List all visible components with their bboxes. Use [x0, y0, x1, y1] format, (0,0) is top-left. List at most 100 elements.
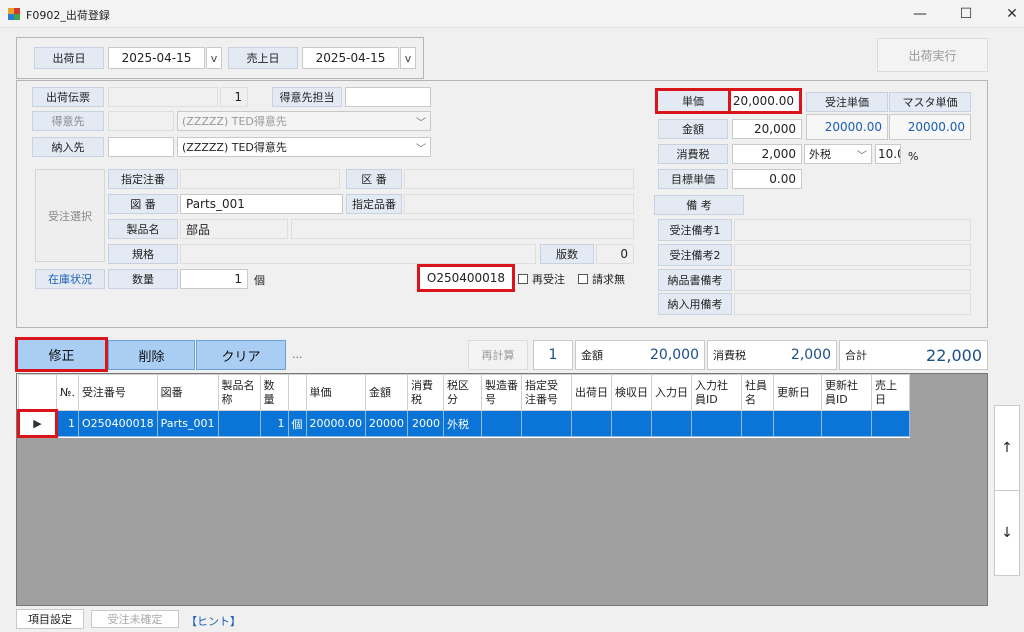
- qty-field[interactable]: 1: [180, 269, 248, 289]
- amount-field: 20,000: [732, 119, 802, 139]
- sum-tax-box: 消費税 2,000: [707, 340, 837, 370]
- grid-header[interactable]: 数量: [259, 374, 289, 411]
- item-settings-button[interactable]: 項目設定: [16, 609, 84, 629]
- sum-amount-label: 金額: [581, 349, 603, 362]
- grid-header[interactable]: 図番: [156, 374, 219, 411]
- grid-header[interactable]: 税区分: [443, 374, 483, 411]
- grid-cell[interactable]: [521, 410, 573, 437]
- row-count: 1: [533, 340, 573, 370]
- grid-cell[interactable]: [741, 410, 775, 437]
- reorder-checkbox[interactable]: 再受注: [518, 271, 565, 287]
- deliver-code-field[interactable]: [108, 137, 174, 157]
- deliver-combo[interactable]: (ZZZZZ) TED得意先 ﹀: [177, 137, 431, 157]
- edit-button[interactable]: 修正: [15, 337, 108, 372]
- grid-cell[interactable]: [481, 410, 523, 437]
- designated-part-label: 指定品番: [346, 194, 402, 214]
- grid-header[interactable]: 入力社員ID: [691, 374, 743, 411]
- move-down-button[interactable]: ↓: [994, 490, 1020, 576]
- unit-price-field[interactable]: 20,000.00: [728, 88, 802, 114]
- grid-header[interactable]: [287, 374, 307, 411]
- grid-cell[interactable]: 20000.00: [305, 410, 367, 437]
- grid-header[interactable]: 製品名称: [217, 374, 261, 411]
- ku-field: [404, 169, 634, 189]
- grid-cell[interactable]: [821, 410, 873, 437]
- designated-part-field: [404, 194, 634, 214]
- grid-cell[interactable]: [571, 410, 613, 437]
- tax-label: 消費税: [658, 144, 728, 164]
- target-price-field[interactable]: 0.00: [732, 169, 802, 189]
- ship-date-dropdown[interactable]: v: [206, 47, 222, 69]
- total-box: 合計 22,000: [839, 340, 988, 370]
- qty-label: 数量: [108, 269, 178, 289]
- grid-header[interactable]: 更新日: [773, 374, 823, 411]
- target-price-label: 目標単価: [658, 169, 728, 189]
- delete-button[interactable]: 削除: [108, 340, 195, 370]
- grid-header[interactable]: 社員名: [741, 374, 775, 411]
- client-label: 得意先: [32, 111, 104, 131]
- grid-header[interactable]: 単価: [305, 374, 367, 411]
- maximize-icon[interactable]: ☐: [952, 4, 980, 24]
- grid-cell[interactable]: [651, 410, 693, 437]
- sum-amount-box: 金額 20,000: [575, 340, 705, 370]
- order-select-button[interactable]: 受注選択: [35, 169, 105, 262]
- grid-cell[interactable]: [611, 410, 653, 437]
- hint-link[interactable]: 【ヒント】: [186, 613, 241, 629]
- ship-execute-button[interactable]: 出荷実行: [877, 38, 988, 72]
- grid-cell[interactable]: 個: [287, 410, 307, 437]
- row-selector-icon[interactable]: ▶: [17, 409, 58, 438]
- minimize-icon[interactable]: —: [906, 4, 934, 24]
- grid-header-corner: [18, 374, 57, 411]
- drawing-field[interactable]: Parts_001: [180, 194, 343, 214]
- ship-date-field[interactable]: 2025-04-15: [108, 47, 205, 69]
- clear-button[interactable]: クリア: [196, 340, 286, 370]
- grid-header[interactable]: 入力日: [651, 374, 693, 411]
- grid-header[interactable]: 製造番号: [481, 374, 523, 411]
- window-title: F0902_出荷登録: [26, 9, 110, 22]
- order-remark-1-field: [734, 219, 971, 241]
- qty-unit: 個: [254, 274, 265, 287]
- grid-cell[interactable]: 外税: [443, 410, 483, 437]
- grid-header[interactable]: 金額: [365, 374, 409, 411]
- grid-cell[interactable]: 2000: [407, 410, 445, 437]
- grid-cell[interactable]: [871, 410, 911, 437]
- grid-header-row: №. 受注番号 図番 製品名称 数量 単価 金額 消費税 税区分 製造番号 指定…: [18, 374, 911, 411]
- recalc-button[interactable]: 再計算: [468, 340, 528, 370]
- order-number-field: O250400018: [417, 264, 515, 292]
- grid-cell[interactable]: O250400018: [77, 410, 158, 437]
- grid-cell[interactable]: 1: [259, 410, 289, 437]
- sales-date-dropdown[interactable]: v: [400, 47, 416, 69]
- grid-header[interactable]: 指定受注番号: [521, 374, 573, 411]
- tax-type-combo[interactable]: 外税 ﹀: [804, 144, 872, 164]
- sum-tax-label: 消費税: [713, 349, 746, 362]
- grid-header[interactable]: 売上日: [871, 374, 911, 411]
- detail-grid[interactable]: №. 受注番号 図番 製品名称 数量 単価 金額 消費税 税区分 製造番号 指定…: [16, 373, 988, 606]
- order-unit-price-field: 20000.00: [806, 114, 888, 140]
- grid-header[interactable]: №.: [56, 374, 79, 411]
- grid-cell[interactable]: [217, 410, 261, 437]
- designated-order-label: 指定注番: [108, 169, 178, 189]
- close-icon[interactable]: ✕: [998, 4, 1024, 24]
- ku-label: 区 番: [346, 169, 402, 189]
- more-button[interactable]: ...: [292, 348, 303, 361]
- grid-header[interactable]: 出荷日: [571, 374, 613, 411]
- grid-header[interactable]: 消費税: [407, 374, 445, 411]
- grid-header[interactable]: 検収日: [611, 374, 653, 411]
- grid-header[interactable]: 受注番号: [77, 374, 158, 411]
- grid-cell[interactable]: [773, 410, 823, 437]
- table-row[interactable]: ▶ 1 O250400018 Parts_001 1 個 20000.00 20…: [17, 409, 911, 438]
- sales-date-field[interactable]: 2025-04-15: [302, 47, 399, 69]
- grid-cell[interactable]: 1: [56, 410, 79, 437]
- grid-header[interactable]: 更新社員ID: [821, 374, 873, 411]
- grid-cell[interactable]: Parts_001: [156, 410, 219, 437]
- stock-status-button[interactable]: 在庫状況: [35, 269, 105, 289]
- client-rep-field[interactable]: [345, 87, 431, 107]
- no-bill-checkbox[interactable]: 請求無: [578, 271, 625, 287]
- move-up-button[interactable]: ↑: [994, 405, 1020, 491]
- slip-prefix-field: [108, 87, 218, 107]
- grid-cell[interactable]: [691, 410, 743, 437]
- edition-field: 0: [596, 244, 634, 264]
- ship-date-label: 出荷日: [34, 47, 104, 69]
- tax-rate-field[interactable]: 10.0: [875, 144, 901, 164]
- delivery-note-remark-label: 納品書備考: [658, 269, 732, 291]
- grid-cell[interactable]: 20000: [365, 410, 409, 437]
